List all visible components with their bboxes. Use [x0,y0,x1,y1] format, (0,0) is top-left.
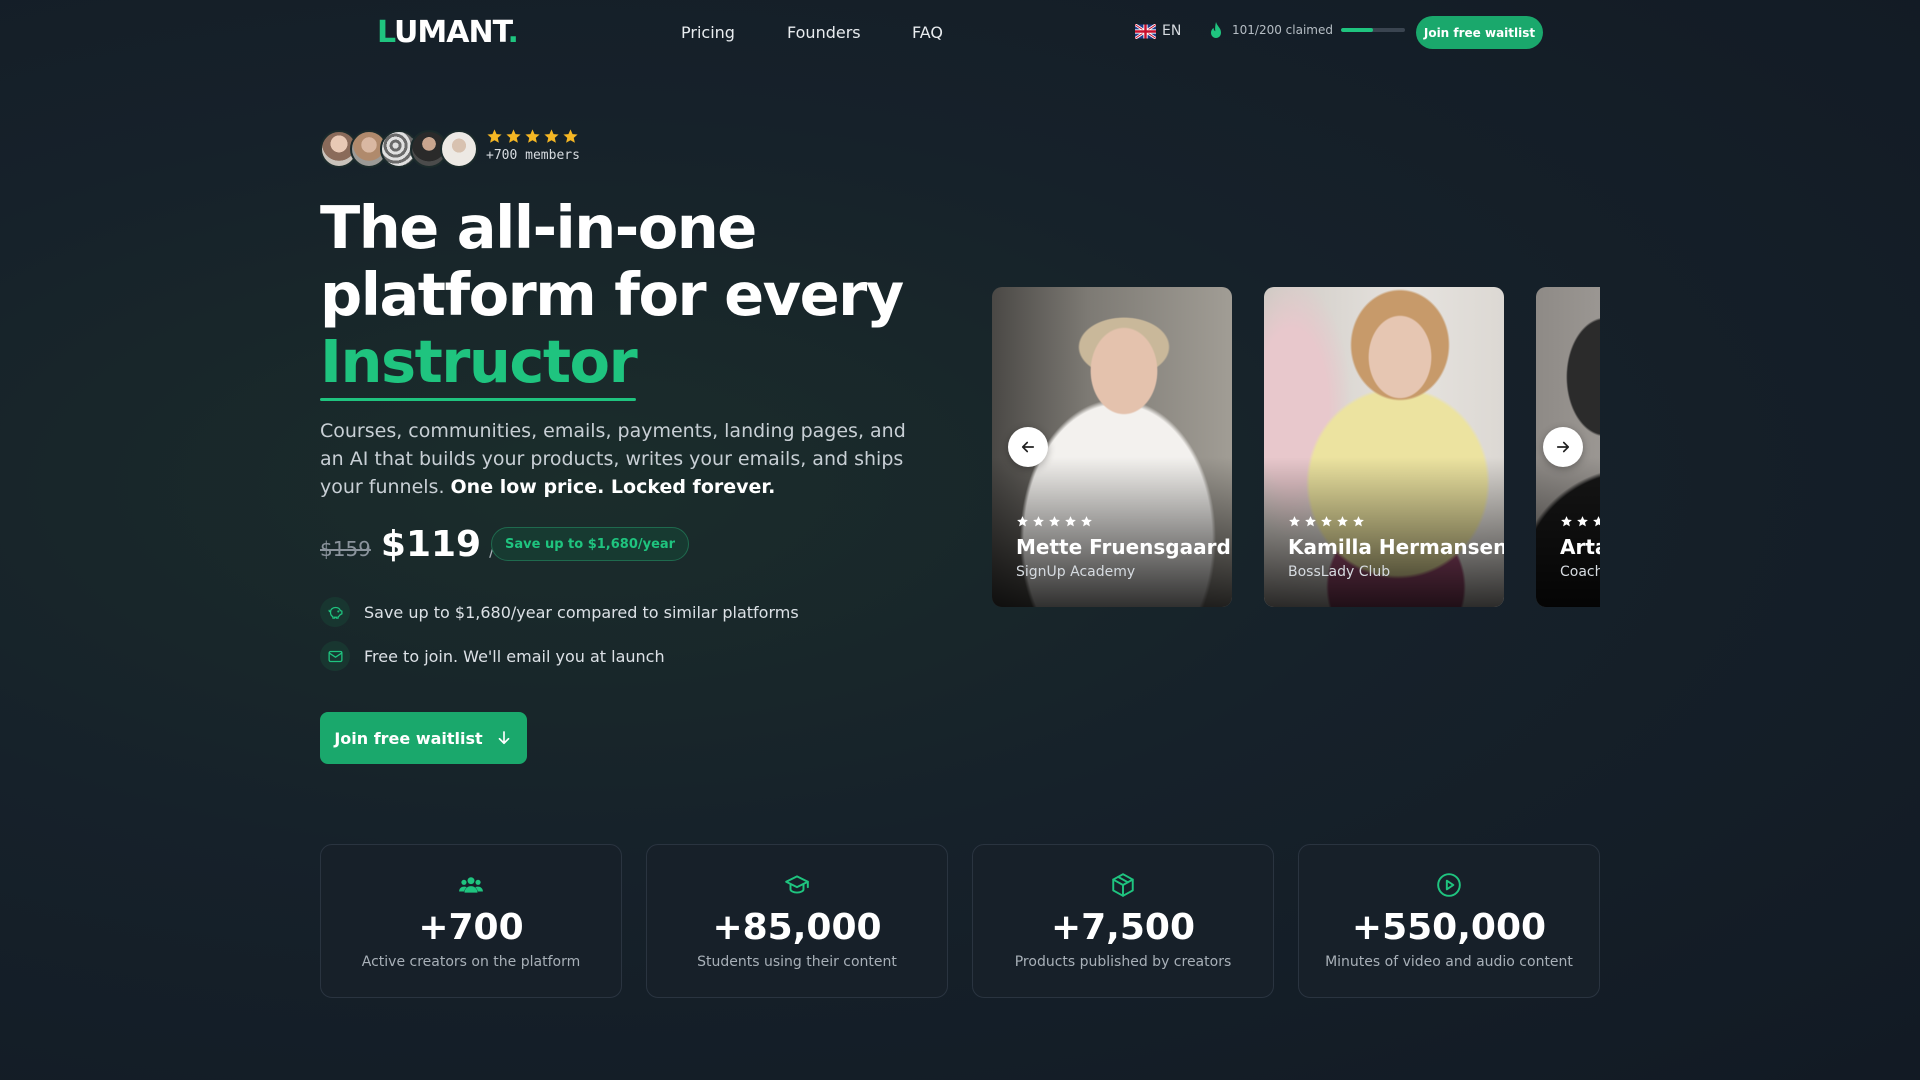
mail-icon [320,641,350,671]
stat-label: Active creators on the platform [361,954,581,970]
feature-free-join-text: Free to join. We'll email you at launch [364,646,665,666]
feature-savings-text: Save up to $1,680/year compared to simil… [364,602,799,622]
card-shade [1536,457,1600,607]
headline-underline [320,398,637,401]
testimonial-card[interactable]: Kamilla Hermansen BossLady Club [1264,287,1504,607]
testimonial-stars [1288,515,1365,528]
star-icon [1577,516,1588,527]
current-price: $119 [380,524,482,565]
logo-mark: L [377,15,395,50]
language-label: EN [1162,23,1182,39]
logo[interactable]: LUMANT. [377,14,519,52]
play-circle-icon [1437,873,1461,897]
logo-text: UMANT [394,15,508,50]
claimed-indicator: 101/200 claimed [1208,21,1405,39]
description-bold: One low price. Locked forever. [450,476,776,498]
testimonial-carousel[interactable]: Mette Fruensgaard SignUp Academy Kamilla… [992,287,1600,607]
member-rating: +700 members [486,128,580,163]
testimonial-name: Kamilla Hermansen [1288,535,1504,559]
headline-accent: Instructor [320,327,638,401]
star-icon [1593,516,1600,527]
star-icon [1561,516,1572,527]
join-waitlist-label: Join free waitlist [334,728,483,748]
star-icon [563,129,578,143]
stat-card-products: +7,500 Products published by creators [972,844,1274,998]
star-icon [1337,516,1348,527]
card-shade [992,457,1232,607]
claimed-progress-bar [1340,28,1405,32]
testimonial-name: Arta [1560,535,1600,559]
flame-icon [1211,22,1221,38]
box-icon [1112,873,1134,897]
star-icon [506,129,521,143]
testimonial-org: Coach [1560,564,1600,580]
stat-value: +550,000 [1351,907,1547,948]
star-icon [1289,516,1300,527]
testimonial-stars [1016,515,1093,528]
stat-label: Students using their content [697,954,897,970]
hero-description: Courses, communities, emails, payments, … [320,417,910,501]
old-price: $159 [320,537,371,561]
star-icon [1353,516,1364,527]
carousel-next-button[interactable] [1543,427,1583,467]
stat-card-minutes: +550,000 Minutes of video and audio cont… [1298,844,1600,998]
star-icon [1049,516,1060,527]
arrow-right-icon [1556,441,1570,453]
star-icon [1321,516,1332,527]
stat-value: +700 [418,907,524,948]
join-waitlist-button[interactable]: Join free waitlist [320,712,527,764]
card-shade [1264,457,1504,607]
members-count: +700 members [486,148,580,163]
nav-link-faq[interactable]: FAQ [912,22,943,44]
stat-value: +85,000 [712,907,882,948]
carousel-prev-button[interactable] [1008,427,1048,467]
star-icon [1305,516,1316,527]
stat-value: +7,500 [1050,907,1196,948]
headline-line-1: The all-in-one [320,193,757,262]
nav-join-waitlist-button[interactable]: Join free waitlist [1416,16,1543,49]
language-selector[interactable]: EN [1135,23,1181,39]
star-icon [525,129,540,143]
save-badge: Save up to $1,680/year [491,527,690,561]
arrow-left-icon [1021,441,1035,453]
star-icon [1081,516,1092,527]
piggy-bank-icon [320,597,350,627]
uk-flag-icon [1135,23,1156,39]
member-avatars [320,130,478,168]
stat-label: Minutes of video and audio content [1325,954,1573,970]
feature-free-join: Free to join. We'll email you at launch [320,641,665,671]
feature-savings: Save up to $1,680/year compared to simil… [320,597,799,627]
headline-line-2: platform for every [320,260,904,329]
testimonial-org: SignUp Academy [1016,564,1136,580]
testimonial-stars [1560,515,1600,528]
claimed-progress-fill [1340,28,1374,32]
rating-stars [486,128,580,145]
nav-link-pricing[interactable]: Pricing [681,22,735,44]
star-icon [487,129,502,143]
claimed-text: 101/200 claimed [1232,23,1333,37]
star-icon [1017,516,1028,527]
testimonial-org: BossLady Club [1288,564,1391,580]
testimonial-name: Mette Fruensgaard [1016,535,1231,559]
graduation-cap-icon [785,875,809,894]
arrow-down-icon [498,731,510,745]
stat-card-creators: +700 Active creators on the platform [320,844,622,998]
nav-link-founders[interactable]: Founders [787,22,861,44]
stat-label: Products published by creators [1014,954,1232,970]
headline-accent-text: Instructor [320,327,638,396]
logo-dot: . [507,15,519,50]
stat-card-students: +85,000 Students using their content [646,844,948,998]
star-icon [1033,516,1044,527]
hero-headline: The all-in-one platform for every Instru… [320,193,940,401]
users-icon [459,877,483,893]
star-icon [544,129,559,143]
star-icon [1065,516,1076,527]
avatar [440,130,478,168]
